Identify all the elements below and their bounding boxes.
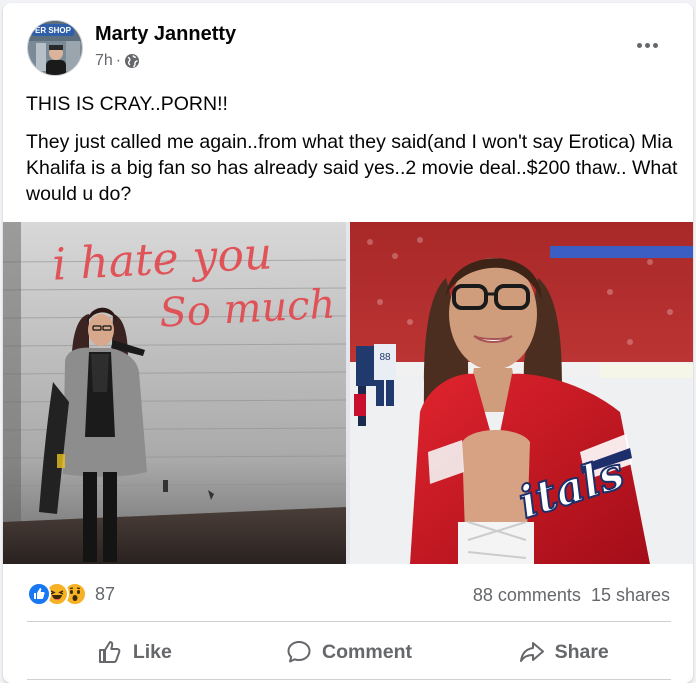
thumbs-up-icon bbox=[98, 641, 121, 663]
divider bbox=[27, 621, 671, 622]
author-name[interactable]: Marty Jannetty bbox=[95, 23, 236, 46]
more-horizontal-icon bbox=[636, 42, 642, 48]
post-text-line-2: They just called me again..from what the… bbox=[26, 131, 678, 205]
photo-graffiti-wall[interactable]: i hate you So much bbox=[3, 222, 346, 564]
post-timestamp[interactable]: 7h bbox=[95, 52, 113, 70]
meta-separator: · bbox=[115, 52, 122, 69]
more-options-button[interactable] bbox=[629, 33, 665, 57]
divider-bottom bbox=[27, 679, 671, 680]
photo-hockey-arena[interactable]: 88 itals bbox=[350, 222, 693, 564]
post-card: ER SHOP Marty Jannetty 7h · THIS IS CRAY… bbox=[3, 3, 693, 683]
post-text-line-1: THIS IS CRAY..PORN!! bbox=[26, 93, 228, 115]
like-reaction-icon bbox=[27, 582, 51, 606]
comment-icon bbox=[287, 641, 311, 663]
share-icon bbox=[519, 642, 544, 662]
comment-label: Comment bbox=[322, 640, 412, 663]
photo-grid: i hate you So much 88 itals bbox=[3, 222, 693, 564]
jersey-number: 88 bbox=[379, 352, 391, 363]
shares-count[interactable]: 15 shares bbox=[591, 585, 670, 606]
graffiti-line-2: So much bbox=[158, 281, 336, 336]
share-label: Share bbox=[554, 640, 609, 663]
comment-button[interactable]: Comment bbox=[242, 625, 457, 679]
globe-icon[interactable] bbox=[124, 53, 140, 69]
reactions-summary[interactable]: 87 bbox=[27, 582, 115, 606]
avatar[interactable]: ER SHOP bbox=[27, 20, 83, 76]
reaction-count: 87 bbox=[95, 583, 116, 604]
comment-share-counts: 88 comments 15 shares bbox=[473, 585, 670, 606]
like-label: Like bbox=[132, 640, 172, 663]
share-button[interactable]: Share bbox=[456, 625, 671, 679]
like-button[interactable]: Like bbox=[27, 625, 242, 679]
post-body: THIS IS CRAY..PORN!! They just called me… bbox=[26, 91, 681, 219]
post-meta: 7h · bbox=[95, 52, 140, 70]
action-bar: Like Comment Share bbox=[27, 625, 671, 679]
post-header: ER SHOP Marty Jannetty 7h · bbox=[3, 3, 693, 83]
engagement-bar: 87 88 comments 15 shares bbox=[3, 574, 693, 614]
comments-count[interactable]: 88 comments bbox=[473, 585, 581, 606]
avatar-sign-text: ER SHOP bbox=[35, 26, 72, 35]
